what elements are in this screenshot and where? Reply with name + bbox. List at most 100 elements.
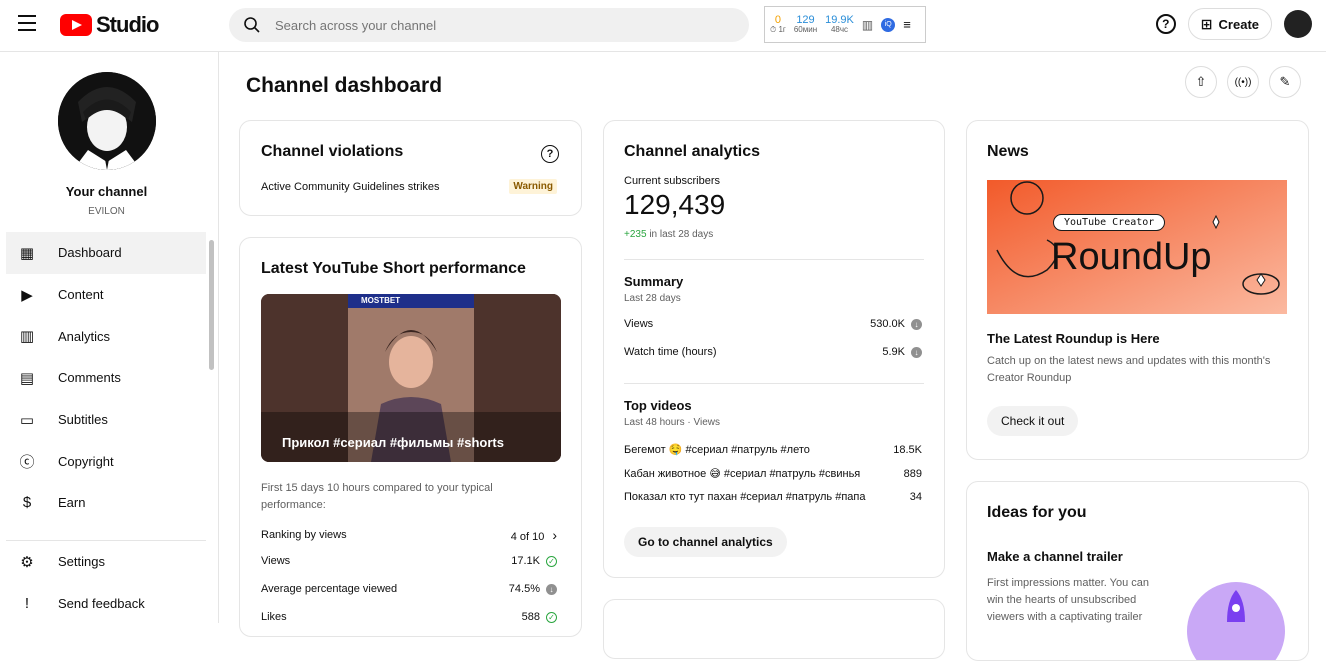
sidebar-item-feedback[interactable]: ! Send feedback — [6, 583, 206, 625]
analytics-icon: ▥ — [19, 328, 35, 346]
summary-row-label: Watch time (hours) — [624, 346, 717, 358]
channel-avatar-image — [58, 72, 156, 170]
sidebar-bottom-nav: ⚙ Settings ! Send feedback — [6, 540, 206, 624]
top-right-actions: ? ⊞ Create — [1155, 8, 1312, 40]
sidebar-item-earn[interactable]: $ Earn — [6, 482, 206, 524]
feedback-icon: ! — [24, 595, 30, 613]
top-video-row[interactable]: Бегемот 🤤 #сериал #патруль #лето 18.5K — [624, 443, 922, 457]
page-title: Channel dashboard — [246, 74, 443, 97]
sidebar-nav: ▦ Dashboard ▶ Content ▥ Analytics ▤ Comm… — [6, 232, 206, 524]
top-video-title: Кабан животное 😅 #сериал #патруль #свинь… — [624, 468, 861, 480]
ext-stat-1-label: ⏱ 1г — [770, 25, 786, 35]
sidebar-scrollbar[interactable] — [209, 240, 214, 370]
arrow-down-circle-icon: ↓ — [911, 318, 922, 330]
performance-note: First 15 days 10 hours compared to your … — [261, 482, 493, 511]
top-video-row[interactable]: Кабан животное 😅 #сериал #патруль #свинь… — [624, 467, 922, 481]
divider — [624, 383, 924, 384]
rocket-art — [1227, 590, 1245, 622]
sidebar-item-label: Comments — [58, 370, 121, 386]
upload-icon: ⇧ — [1195, 74, 1207, 89]
check-circle-icon: ✓ — [546, 611, 557, 623]
help-icon[interactable]: ? — [541, 145, 559, 163]
perf-row-views: Views 17.1K ✓ — [261, 555, 557, 567]
go-to-analytics-button[interactable]: Go to channel analytics — [624, 527, 787, 557]
chevron-right-icon: › — [552, 527, 557, 543]
sidebar-item-label: Subtitles — [58, 412, 108, 428]
sidebar-item-content[interactable]: ▶ Content — [6, 274, 206, 316]
subs-value: 129,439 — [624, 189, 726, 220]
perf-row-label: Views — [261, 555, 291, 567]
page-actions: ⇧ ((•)) ✎ — [1185, 66, 1301, 98]
violations-card: Channel violations ? Active Community Gu… — [239, 120, 582, 216]
summary-row-value: 530.0K — [870, 318, 905, 330]
create-post-button[interactable]: ✎ — [1269, 66, 1301, 98]
perf-row-value: 74.5% — [508, 583, 540, 595]
sidebar-item-label: Dashboard — [58, 245, 122, 261]
news-body: Catch up on the latest news and updates … — [987, 355, 1271, 384]
sidebar-item-label: Content — [58, 287, 104, 303]
analytics-card: Channel analytics Current subscribers 12… — [603, 120, 945, 578]
summary-title: Summary — [624, 274, 684, 289]
sidebar-item-label: Send feedback — [58, 596, 145, 612]
ext-stat-3: 19.9K 48чс — [825, 14, 854, 35]
content-icon: ▶ — [21, 286, 33, 304]
main-content: Channel dashboard ⇧ ((•)) ✎ Channel viol… — [219, 52, 1326, 661]
search-bar[interactable] — [229, 8, 749, 42]
sidebar-item-copyright[interactable]: ⓒ Copyright — [6, 440, 206, 482]
account-avatar[interactable] — [1284, 10, 1312, 38]
violations-title: Channel violations — [261, 143, 404, 160]
upload-button[interactable]: ⇧ — [1185, 66, 1217, 98]
menu-icon[interactable] — [18, 15, 38, 31]
top-video-views: 18.5K — [893, 443, 922, 456]
ext-badge[interactable]: iQ — [881, 17, 896, 32]
top-videos-period: Last 48 hours · Views — [624, 417, 720, 428]
gear-icon: ⚙ — [20, 553, 34, 571]
arrow-down-circle-icon: ↓ — [911, 346, 922, 358]
news-banner[interactable]: YouTube Creator RoundUp — [987, 180, 1287, 314]
summary-row-label: Views — [624, 318, 654, 330]
perf-row-value: 588 — [521, 611, 540, 623]
sidebar-item-subtitles[interactable]: ▭ Subtitles — [6, 399, 206, 441]
check-it-out-button[interactable]: Check it out — [987, 406, 1079, 436]
perf-row-label: Average percentage viewed — [261, 583, 398, 595]
summary-period: Last 28 days — [624, 293, 681, 304]
short-performance-card: Latest YouTube Short performance MOSTBET… — [239, 237, 582, 637]
subs-delta: +235 — [624, 229, 647, 240]
ext-stat-1: 0 ⏱ 1г — [770, 14, 786, 35]
sidebar-item-label: Copyright — [58, 453, 114, 469]
youtube-logo-icon — [60, 14, 92, 36]
summary-row-views: Views 530.0K ↓ — [624, 318, 922, 330]
short-thumbnail[interactable]: MOSTBET Прикол #сериал #фильмы #shorts — [261, 294, 561, 462]
banner-title: RoundUp — [1051, 236, 1212, 278]
sidebar-item-comments[interactable]: ▤ Comments — [6, 357, 206, 399]
bar-chart-icon[interactable]: ▥ — [862, 18, 873, 32]
subs-delta-row: +235 in last 28 days — [624, 229, 713, 240]
news-card: News YouTube Creator RoundUp The Latest … — [966, 120, 1309, 460]
create-button[interactable]: ⊞ Create — [1187, 8, 1272, 40]
live-icon: ((•)) — [1234, 76, 1252, 88]
ext-menu-icon[interactable]: ≡ — [903, 17, 911, 32]
search-input[interactable] — [275, 17, 715, 33]
channel-avatar[interactable] — [58, 72, 156, 170]
next-card — [603, 599, 945, 659]
violations-row-label: Active Community Guidelines strikes — [261, 180, 440, 193]
search-icon — [244, 17, 260, 33]
short-performance-title: Latest YouTube Short performance — [261, 260, 526, 277]
sidebar-item-dashboard[interactable]: ▦ Dashboard — [6, 232, 206, 274]
ideas-body: First impressions matter. You can win th… — [987, 577, 1150, 623]
top-bar: Studio 0 ⏱ 1г 129 60мин 19.9K 48чс ▥ iQ … — [0, 0, 1326, 52]
ideas-title: Ideas for you — [987, 504, 1087, 521]
studio-logo[interactable]: Studio — [60, 12, 159, 38]
sidebar-item-settings[interactable]: ⚙ Settings — [6, 541, 206, 583]
create-video-icon: ⊞ — [1200, 15, 1213, 32]
short-caption: Прикол #сериал #фильмы #shorts — [282, 435, 504, 450]
earn-icon: $ — [22, 494, 32, 512]
thumb-banner: MOSTBET — [361, 296, 401, 305]
sidebar-item-analytics[interactable]: ▥ Analytics — [6, 315, 206, 357]
top-video-row[interactable]: Показал кто тут пахан #сериал #патруль #… — [624, 491, 922, 503]
go-live-button[interactable]: ((•)) — [1227, 66, 1259, 98]
perf-row-ranking[interactable]: Ranking by views 4 of 10 › — [261, 527, 557, 543]
stats-extension[interactable]: 0 ⏱ 1г 129 60мин 19.9K 48чс ▥ iQ ≡ — [764, 6, 926, 43]
copyright-icon: ⓒ — [19, 453, 35, 471]
help-icon[interactable]: ? — [1155, 14, 1176, 34]
